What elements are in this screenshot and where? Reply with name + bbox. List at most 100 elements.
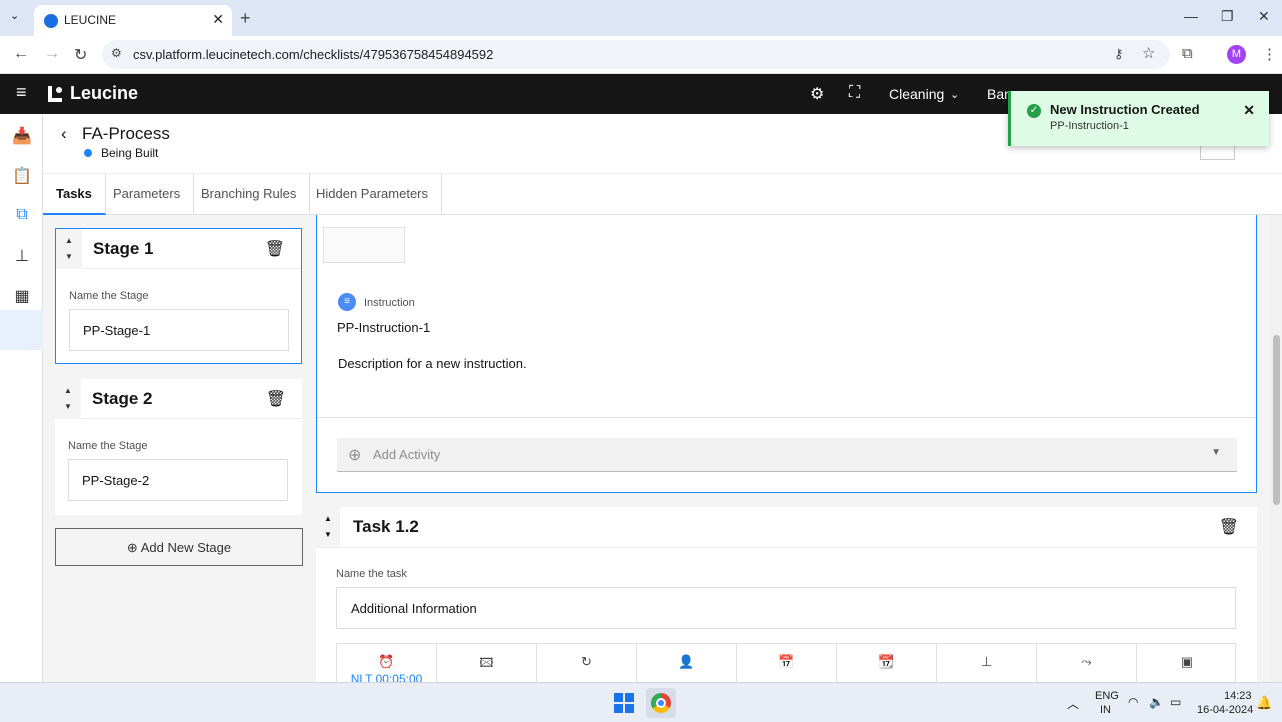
nav-active-indicator	[0, 310, 43, 350]
tab-tasks[interactable]: Tasks	[43, 174, 106, 215]
automation-button[interactable]: ▣	[1137, 644, 1237, 682]
delete-trash-icon[interactable]: 🗑	[266, 389, 286, 409]
close-tab-icon[interactable]: ✕	[212, 11, 224, 28]
hierarchy-button[interactable]: ⊥	[937, 644, 1037, 682]
branch-icon: ⤳	[1081, 654, 1092, 669]
instruction-label: Instruction	[364, 297, 415, 309]
scrollbar-thumb[interactable]	[1273, 335, 1280, 505]
close-window-icon[interactable]: ✕	[1258, 8, 1270, 25]
media-thumbnail[interactable]	[323, 227, 405, 263]
calendar-icon: 📅	[778, 654, 795, 669]
back-arrow-icon[interactable]: ‹	[61, 124, 67, 144]
scan-icon[interactable]: ⛶	[849, 84, 860, 102]
browser-toolbar: ← → ↻ ⚙ csv.platform.leucinetech.com/che…	[0, 36, 1282, 74]
windows-start-icon[interactable]	[614, 693, 634, 713]
hierarchy-icon: ⊥	[980, 654, 993, 669]
browser-tab-title: LEUCINE	[64, 13, 117, 27]
tab-search-icon[interactable]: ⌄	[10, 9, 19, 22]
back-icon[interactable]: ←	[13, 45, 29, 63]
checklist-icon[interactable]: 📋	[11, 166, 33, 188]
timer-button[interactable]: ⏰ NLT 00:05:00	[337, 644, 437, 682]
instruction-description[interactable]: Description for a new instruction.	[338, 356, 527, 371]
add-new-stage-button[interactable]: ⊕ Add New Stage	[55, 528, 303, 566]
timer-label: NLT 00:05:00	[350, 672, 423, 682]
due-date-button[interactable]: 📆	[837, 644, 937, 682]
branching-button[interactable]: ⤳	[1037, 644, 1137, 682]
tab-hidden-parameters[interactable]: Hidden Parameters	[303, 174, 442, 215]
stage-name-input[interactable]: PP-Stage-2	[68, 459, 288, 501]
extensions-icon[interactable]: ⧉	[1182, 45, 1193, 62]
stage-name: Stage 2	[92, 389, 153, 408]
task-name-input[interactable]: Additional Information	[336, 587, 1236, 629]
language-code[interactable]: ENG	[1095, 690, 1119, 702]
leucine-logo-icon	[45, 84, 65, 104]
vertical-scrollbar[interactable]	[1271, 215, 1282, 682]
main-content: ▲ ▼ Stage 1 🗑 Name the Stage PP-Stage-1 ▲…	[43, 215, 1282, 682]
maximize-icon[interactable]: ❐	[1221, 8, 1234, 25]
success-toast: ✓ New Instruction Created PP-Instruction…	[1008, 91, 1269, 146]
page-title: FA-Process	[82, 124, 170, 143]
hierarchy-icon[interactable]: ⊥	[11, 246, 33, 268]
settings-gear-icon[interactable]: ⚙	[810, 84, 824, 104]
facility-selector[interactable]: Cleaning	[889, 86, 944, 102]
hamburger-menu-icon[interactable]: ≡	[16, 82, 27, 103]
schedule-button[interactable]: 📅	[737, 644, 837, 682]
site-info-icon[interactable]: ⚙	[111, 46, 122, 60]
add-circle-icon: ⊕	[126, 540, 141, 555]
divider	[316, 547, 1257, 548]
recurrence-button[interactable]: ↻	[537, 644, 637, 682]
stage-name: Stage 1	[93, 239, 154, 258]
status-text: Being Built	[101, 146, 159, 160]
address-bar[interactable]: ⚙ csv.platform.leucinetech.com/checklist…	[102, 40, 1170, 69]
wifi-icon[interactable]: ◠	[1128, 695, 1138, 709]
assignee-button[interactable]: 👤	[637, 644, 737, 682]
volume-icon[interactable]: 🔈	[1149, 695, 1164, 709]
add-activity-label: Add Activity	[373, 447, 441, 462]
clock-time[interactable]: 14:23	[1224, 690, 1252, 702]
leucine-favicon-icon	[44, 14, 58, 28]
browser-tab-strip: ⌄ LEUCINE ✕ + — ❐ ✕	[0, 0, 1282, 36]
left-nav-rail: 📥 📋 ⧉ ⊥ ▦	[0, 114, 43, 682]
delete-trash-icon[interactable]: 🗑	[265, 239, 285, 259]
battery-icon[interactable]: ▭	[1170, 695, 1181, 709]
stage-card[interactable]: ▲ ▼ Stage 1 🗑 Name the Stage PP-Stage-1	[55, 228, 302, 364]
stage-name-input[interactable]: PP-Stage-1	[69, 309, 289, 351]
clock-date[interactable]: 16-04-2024	[1197, 704, 1253, 716]
profile-avatar[interactable]: M	[1227, 45, 1246, 64]
notification-bell-icon[interactable]: 🔔	[1256, 695, 1272, 711]
tab-parameters[interactable]: Parameters	[100, 174, 195, 215]
reload-icon[interactable]: ↻	[74, 45, 87, 65]
new-tab-icon[interactable]: +	[240, 8, 251, 29]
reorder-arrows-icon[interactable]: ▲ ▼	[55, 379, 81, 419]
inbox-icon[interactable]: 📥	[11, 126, 33, 148]
chrome-taskbar-icon[interactable]	[646, 688, 676, 718]
status-dot-icon	[84, 149, 92, 157]
close-toast-icon[interactable]: ✕	[1243, 102, 1255, 119]
add-media-button[interactable]: 🖾	[437, 644, 537, 682]
tab-branching-rules[interactable]: Branching Rules	[188, 174, 311, 215]
toast-title: New Instruction Created	[1050, 102, 1200, 117]
bookmark-star-icon[interactable]: ☆	[1142, 44, 1155, 62]
recurrence-icon: ↻	[581, 654, 592, 669]
minimize-icon[interactable]: —	[1184, 8, 1198, 24]
forward-icon[interactable]: →	[44, 45, 60, 63]
password-key-icon[interactable]: ⚷	[1114, 46, 1124, 62]
task-actions-grid: ⏰ NLT 00:05:00 🖾 ↻ 👤 📅 📆 ⊥ ⤳ ▣	[336, 643, 1236, 682]
user-lock-icon: 👤	[678, 654, 695, 669]
stage-card[interactable]: ▲ ▼ Stage 2 🗑 Name the Stage PP-Stage-2	[55, 379, 302, 515]
tray-chevron-up-icon[interactable]: ︿	[1067, 695, 1079, 712]
browser-menu-icon[interactable]: ⋮	[1262, 45, 1277, 63]
browser-tab[interactable]: LEUCINE ✕	[34, 5, 232, 36]
add-activity-dropdown[interactable]: ⊕ Add Activity ▼	[337, 438, 1237, 472]
language-region[interactable]: IN	[1100, 704, 1111, 716]
instruction-name: PP-Instruction-1	[337, 320, 431, 335]
reorder-arrows-icon[interactable]: ▲ ▼	[56, 229, 82, 269]
prototype-flow-icon[interactable]: ⧉	[11, 206, 33, 228]
delete-trash-icon[interactable]: 🗑	[1219, 517, 1239, 537]
reorder-arrows-icon[interactable]: ▲ ▼	[316, 507, 340, 547]
media-icon: 🖾	[479, 655, 494, 670]
os-taskbar: ︿ ENG IN ◠ 🔈 ▭ 14:23 16-04-2024 🔔	[0, 682, 1282, 722]
chevron-down-icon[interactable]: ⌄	[950, 88, 959, 101]
reports-icon[interactable]: ▦	[11, 286, 33, 308]
task-card[interactable]: ▲ ▼ Task 1.2 🗑 Name the task Additional I…	[316, 507, 1257, 682]
